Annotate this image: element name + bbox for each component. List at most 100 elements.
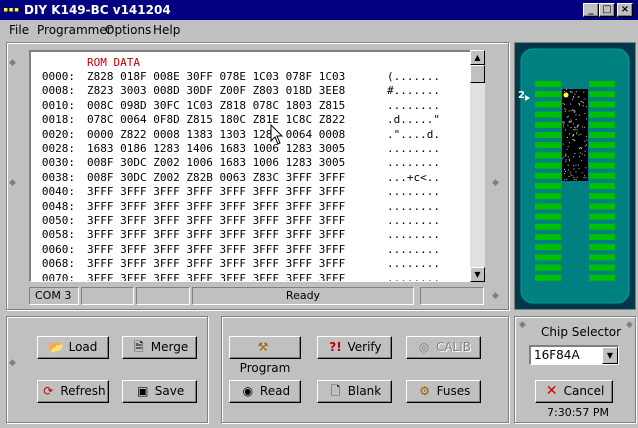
rom-row-words[interactable]: 008C 098D 30FC 1C03 Z818 078C 1803 Z815	[87, 99, 387, 113]
menu-help[interactable]: Help	[153, 23, 180, 38]
socket-pin	[589, 111, 615, 118]
rom-row-address: 0070:	[41, 271, 75, 282]
rom-row-words[interactable]: 3FFF 3FFF 3FFF 3FFF 3FFF 3FFF 3FFF 3FFF	[87, 257, 387, 271]
cancel-button[interactable]: ✕ Cancel	[535, 380, 613, 403]
load-button[interactable]: 📂 Load	[37, 336, 109, 359]
splitter-arrow-right-bottom[interactable]: ◆	[492, 291, 499, 301]
rom-row-ascii: #.......	[387, 84, 440, 98]
scroll-down-icon[interactable]: ▼	[470, 267, 485, 282]
socket-pin	[589, 162, 615, 169]
minimize-button[interactable]: _	[583, 3, 599, 17]
rom-row-address: 0050:	[41, 214, 75, 227]
rom-row-words[interactable]: Z823 3003 008D 30DF Z00F Z803 018D 3EE8	[87, 84, 387, 98]
rom-row-ascii: ........	[387, 242, 440, 256]
rom-data-view[interactable]: ROM DATA 0000: Z828 018F 008E 30FF 078E 1…	[29, 50, 485, 282]
socket-pin	[535, 81, 561, 87]
rom-row-words[interactable]: 008F 30DC Z002 Z82B 0063 Z83C 3FFF 3FFF	[87, 171, 387, 185]
socket-pin	[589, 234, 615, 240]
rom-row-words[interactable]: 3FFF 3FFF 3FFF 3FFF 3FFF 3FFF 3FFF 3FFF	[87, 214, 387, 228]
splitter-arrow-right-mid[interactable]: ◆	[492, 178, 499, 188]
rom-row-words[interactable]: 008F 30DC Z002 1006 1683 1006 1283 3005	[87, 156, 387, 170]
splitter-arrow-left-top[interactable]: ◆	[9, 58, 16, 68]
socket-pin	[589, 142, 615, 149]
rom-row-words[interactable]: 3FFF 3FFF 3FFF 3FFF 3FFF 3FFF 3FFF 3FFF	[87, 243, 387, 257]
rom-data-heading: ROM DATA	[87, 56, 140, 69]
rom-row-ascii: ...+c<..	[387, 170, 440, 184]
blank-button[interactable]: 🗋 Blank	[317, 380, 392, 403]
socket-pin	[589, 254, 615, 261]
socket-pin	[589, 91, 615, 98]
rom-row-words[interactable]: 3FFF 3FFF 3FFF 3FFF 3FFF 3FFF 3FFF 3FFF	[87, 200, 387, 214]
rom-row-ascii: ........	[387, 156, 440, 170]
chip-selector-dropdown[interactable]: 16F84A ▼	[529, 345, 619, 365]
socket-pin	[535, 264, 561, 271]
socket-pin	[535, 244, 561, 251]
menu-file[interactable]: File	[9, 23, 29, 38]
socket-pin	[535, 274, 561, 281]
rom-row-words[interactable]: 078C 0064 0F8D Z815 180C Z81E 1C8C Z822	[87, 113, 387, 127]
rom-row-address: 0000:	[41, 70, 75, 83]
socket-pin	[535, 121, 561, 128]
socket-pin	[589, 101, 615, 108]
socket-pin	[535, 132, 561, 138]
rom-row-address: 0058:	[41, 228, 75, 242]
rom-row-words[interactable]: 3FFF 3FFF 3FFF 3FFF 3FFF 3FFF 3FFF 3FFF	[87, 185, 387, 199]
rom-row-words[interactable]: Z828 018F 008E 30FF 078E 1C03 078F 1C03	[87, 70, 387, 84]
rom-row-ascii: (.......	[387, 70, 440, 83]
chip-icon[interactable]: ▪▪▪	[3, 3, 19, 17]
read-button[interactable]: ◉ Read	[229, 380, 301, 403]
socket-pin	[535, 254, 561, 261]
calib-button[interactable]: ◎ CALIB	[406, 336, 481, 359]
maximize-button[interactable]: □	[599, 3, 615, 17]
menu-programmer[interactable]: Programmer	[37, 23, 112, 38]
fuses-button[interactable]: ⚙ Fuses	[406, 380, 481, 403]
socket-pin	[589, 213, 615, 220]
scroll-up-icon[interactable]: ▲	[470, 50, 485, 65]
rom-row-words[interactable]: 3FFF 3FFF 3FFF 3FFF 3FFF 3FFF 3FFF 3FFF	[87, 272, 387, 281]
close-button[interactable]: ×	[617, 3, 633, 17]
splitter-arrow-left-mid[interactable]: ◆	[9, 178, 16, 188]
rom-row-ascii: ........	[387, 98, 440, 112]
refresh-button[interactable]: ⟳ Refresh	[37, 380, 109, 403]
rom-row-address: 0018:	[41, 113, 75, 127]
rom-row-address: 0028:	[41, 142, 75, 155]
scroll-thumb[interactable]	[470, 65, 485, 83]
socket-pin	[589, 183, 615, 189]
socket-pin	[589, 244, 615, 251]
menu-options[interactable]: Options	[105, 23, 151, 38]
splitter-arrow-chip-right[interactable]: ◆	[626, 320, 633, 330]
refresh-icon: ⟳	[43, 384, 54, 398]
save-button[interactable]: ▣ Save	[122, 380, 197, 403]
merge-button[interactable]: 🗎 Merge	[122, 336, 197, 359]
socket-pin	[535, 213, 561, 220]
rom-row-address: 0030:	[41, 156, 75, 170]
splitter-arrow-chip-left[interactable]: ◆	[519, 320, 526, 330]
rom-row-words[interactable]: 3FFF 3FFF 3FFF 3FFF 3FFF 3FFF 3FFF 3FFF	[87, 228, 387, 242]
socket-pin	[589, 274, 615, 281]
menu-bar: File Programmer Options Help	[0, 20, 638, 40]
verify-button[interactable]: ?! Verify	[317, 336, 392, 359]
socket-pin	[589, 172, 615, 179]
rom-row-words[interactable]: 0000 Z822 0008 1383 1303 1283 0064 0008	[87, 128, 387, 142]
socket-pin	[535, 234, 561, 240]
rom-scrollbar[interactable]: ▲ ▼	[470, 50, 485, 282]
socket-pin	[535, 203, 561, 210]
socket-pin	[535, 152, 561, 159]
socket-pin	[535, 101, 561, 108]
rom-row-address: 0010:	[41, 98, 75, 112]
rom-row-ascii: .d....."	[387, 113, 440, 127]
socket-pin	[589, 132, 615, 138]
rom-row-ascii: ........	[387, 185, 440, 199]
program-button[interactable]: ⚒Program	[229, 336, 301, 375]
title-bar[interactable]: ▪▪▪ DIY K149-BC v141204 _ □ ×	[0, 0, 638, 20]
chevron-down-icon[interactable]: ▼	[602, 347, 618, 364]
fuses-icon: ⚙	[419, 384, 430, 398]
rom-row-words[interactable]: 1683 0186 1283 1406 1683 1006 1283 3005	[87, 142, 387, 156]
socket-pin	[535, 111, 561, 118]
rom-row-address: 0040:	[41, 185, 75, 199]
program-chip-icon: ⚒	[257, 340, 269, 354]
splitter-arrow-bottom-left[interactable]: ◆	[9, 358, 16, 368]
status-cell-empty-1	[81, 287, 134, 305]
chip-socket-panel: 2	[514, 42, 636, 310]
progress-bar	[420, 287, 484, 305]
